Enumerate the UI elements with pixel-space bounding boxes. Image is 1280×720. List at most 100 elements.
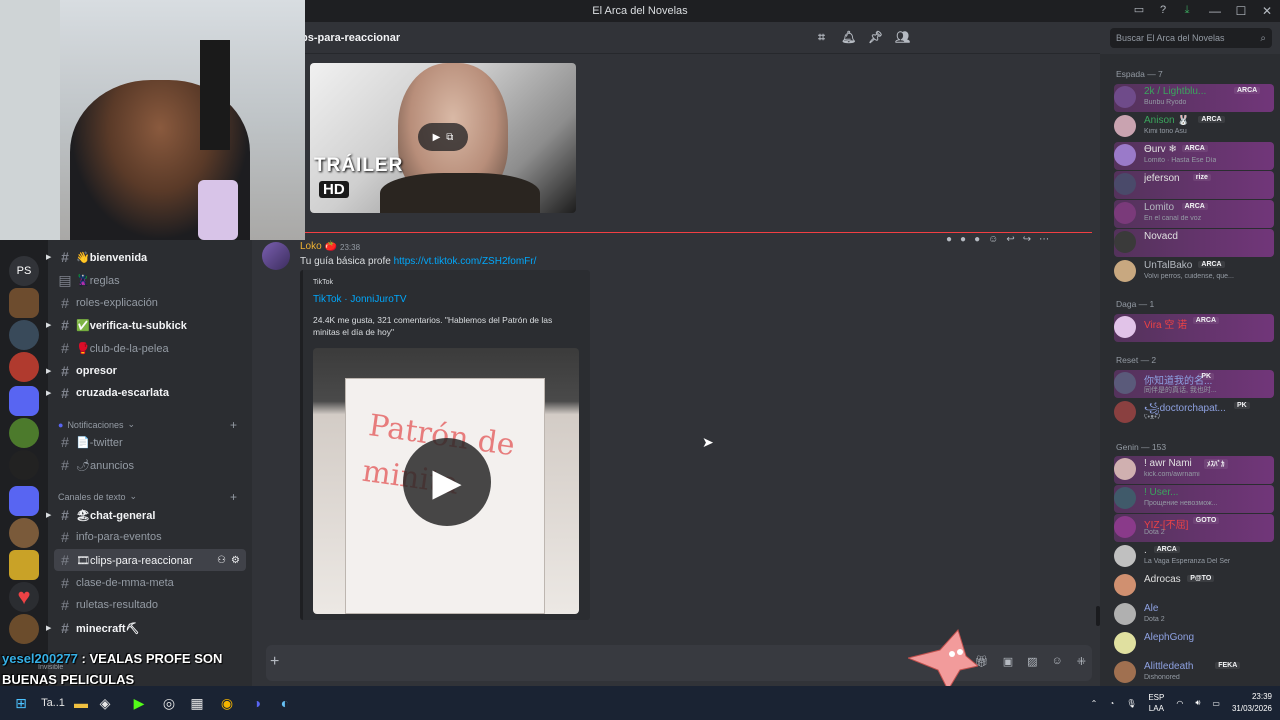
channel-bienvenida[interactable]: ▶ # 👋bienvenida [46,246,246,268]
threads-icon[interactable]: ⌗ [814,30,829,45]
folder-icon-2[interactable] [9,486,39,516]
channel-anuncios[interactable]: # 🌶anuncios [54,454,246,476]
server-icon-2[interactable] [9,320,39,350]
channel-twitter[interactable]: # 📄-twitter [54,431,246,453]
channel-ruletas-resultado[interactable]: # ruletas-resultado [54,594,246,616]
server-icon-7[interactable] [9,550,39,580]
member-item[interactable]: ! awr Nami ﾒｽﾊﾞｶ kick.com/awrnami [1114,456,1274,484]
forward-icon[interactable]: ↪ [1023,234,1031,245]
heart-server-icon[interactable]: ♥ [9,582,39,612]
wifi-icon[interactable]: ◠ [1176,699,1183,708]
server-icon-active[interactable] [9,352,39,382]
server-icon-8[interactable] [9,614,39,644]
discord-icon[interactable]: ◑ [248,694,266,712]
add-channel-icon[interactable]: + [230,490,237,504]
microphone-icon[interactable]: 🎙︎ [1126,699,1136,708]
trailer-video-thumbnail[interactable]: TRÁILER HD ▶ ⧉ [310,63,576,213]
message-author[interactable]: Loko 🍅 [300,241,337,252]
invite-icon[interactable]: ⚇ [217,555,226,566]
member-item[interactable]: Adrocas P@TO [1114,572,1274,600]
network-icon[interactable]: ◔ [1109,699,1114,708]
more-icon[interactable]: ⋯ [1039,234,1049,245]
inbox-icon[interactable]: ▭ [1132,3,1146,17]
download-icon[interactable]: ⤓ [1180,3,1194,17]
member-item[interactable]: 你知道我的名... PK 同伴是的真话, 我也时... [1114,370,1274,398]
battery-icon[interactable]: ▭ [1212,699,1220,708]
tiktok-video-thumbnail[interactable]: Patrón deminita ▶ [313,348,579,614]
member-item[interactable]: Anison 🐰 ARCA Kimi tono Asu [1114,113,1274,141]
channel-clips-para-reaccionar[interactable]: # 🎞clips-para-reaccionar ⚙ ⚇ [54,549,246,571]
apps-icon[interactable]: ⁜ [1077,655,1086,668]
reaction-icon-2[interactable]: ● [960,234,966,245]
taskbar-app-label[interactable]: Ta..1 [36,694,70,712]
member-item[interactable]: 2k / Lightblu... ARCA Bunbu Ryodo [1114,84,1274,112]
add-channel-icon[interactable]: + [230,418,237,432]
obs-icon[interactable]: ◎ [160,694,178,712]
attach-button[interactable]: + [270,653,279,671]
kick-icon[interactable]: ▶ [130,694,148,712]
member-item[interactable]: Novacd [1114,229,1274,257]
maximize-button[interactable]: ☐ [1228,4,1254,18]
channel-reglas[interactable]: ▤ 🦹reglas [54,269,246,291]
reaction-icon-3[interactable]: ● [974,234,980,245]
bell-icon[interactable]: 🔔︎ [841,30,856,45]
member-item[interactable]: AlephGong [1114,630,1274,658]
channel-club-de-la-pelea[interactable]: # 🥊club-de-la-pelea [54,337,246,359]
channel-info-para-eventos[interactable]: # info-para-eventos [54,526,246,548]
member-item[interactable]: YIZ-[不屈] GOTO Dota 2 [1114,514,1274,542]
category-canales-de-texto[interactable]: Canales de texto ⌄ + [58,490,237,504]
help-icon[interactable]: ? [1156,3,1170,17]
app-icon-1[interactable]: ◈ [96,694,114,712]
channel-cruzada-escarlata[interactable]: ▶ # cruzada-escarlata [46,382,246,404]
channel-chat-general[interactable]: ▶ # 🏖chat-general [46,504,246,526]
windows-start-icon[interactable]: ⊞ [12,694,30,712]
member-item[interactable]: ! User... Прощение невозмож... [1114,485,1274,513]
member-item[interactable]: Alittledeath FEKA Dishonored [1114,659,1274,687]
avatar[interactable] [262,242,290,270]
gif-icon[interactable]: ▣ [1003,655,1013,668]
settings-icon[interactable]: ⚙ [231,555,240,566]
channel-clase-de-mma-meta[interactable]: # clase-de-mma-meta [54,572,246,594]
sticker-icon[interactable]: ▨ [1027,655,1037,668]
pin-icon[interactable]: 📌︎ [868,30,883,45]
reaction-icon-1[interactable]: ● [946,234,952,245]
emoji-icon[interactable]: ☺ [1052,655,1063,668]
volume-icon[interactable]: 🔊︎ [1195,698,1200,708]
chevron-up-icon[interactable]: ⌃ [1091,699,1098,708]
server-icon-6[interactable] [9,518,39,548]
server-ps[interactable]: PS [9,256,39,286]
search-input[interactable]: Buscar El Arca del Novelas ⌕ [1110,28,1272,48]
member-item[interactable]: Ɵurv ❄ ARCA Lomito · Hasta Ese Día [1114,142,1274,170]
member-item[interactable]: Lomito ARCA En el canal de voz [1114,200,1274,228]
channel-minecraft[interactable]: ▶ # minecraft⛏ [46,617,246,639]
channel-verifica-tu-subkick[interactable]: ▶ # ✅verifica-tu-subkick [46,314,246,336]
clock[interactable]: 23:39 31/03/2026 [1232,691,1272,715]
message-link[interactable]: https://vt.tiktok.com/ZSH2fomFr/ [394,256,537,267]
member-item[interactable]: . ARCA La Vaga Esperanza Del Ser [1114,543,1274,571]
member-item[interactable]: Ale Dota 2 [1114,601,1274,629]
steam-icon[interactable]: ◐ [276,694,294,712]
server-icon-4[interactable] [9,418,39,448]
chrome-icon[interactable]: ◉ [218,694,236,712]
minimize-button[interactable]: — [1202,4,1228,18]
member-item[interactable]: UnTalBako ARCA Volvi perros, cuidense, que… [1114,258,1274,286]
add-reaction-icon[interactable]: ☺ [988,234,998,245]
member-item[interactable]: jeferson rize [1114,171,1274,199]
channel-roles-explicacion[interactable]: # roles-explicación [54,292,246,314]
file-explorer-icon[interactable]: ▬ [72,694,90,712]
folder-icon[interactable] [9,386,39,416]
play-icon[interactable]: ▶ [403,438,491,526]
embed-title[interactable]: TikTok · JonniJuroTV [313,294,407,305]
reply-icon[interactable]: ↩ [1006,234,1014,245]
play-button[interactable]: ▶ ⧉ [418,123,468,151]
category-notificaciones[interactable]: ● Notificaciones ⌄ + [58,418,237,432]
member-item[interactable]: Vira 空 诺 ARCA [1114,314,1274,342]
server-icon-5[interactable] [9,450,39,480]
channel-opresor[interactable]: ▶ # opresor [46,360,246,382]
server-icon-1[interactable] [9,288,39,318]
member-item[interactable]: ꧁doctorchapat... PK ʕ•ᴥ•ʔ [1114,399,1274,427]
members-icon[interactable]: 👥︎ [895,30,910,45]
language-indicator[interactable]: ESP LAA [1148,692,1164,714]
close-button[interactable]: ✕ [1254,4,1280,18]
app-icon-2[interactable]: ▦ [188,694,206,712]
